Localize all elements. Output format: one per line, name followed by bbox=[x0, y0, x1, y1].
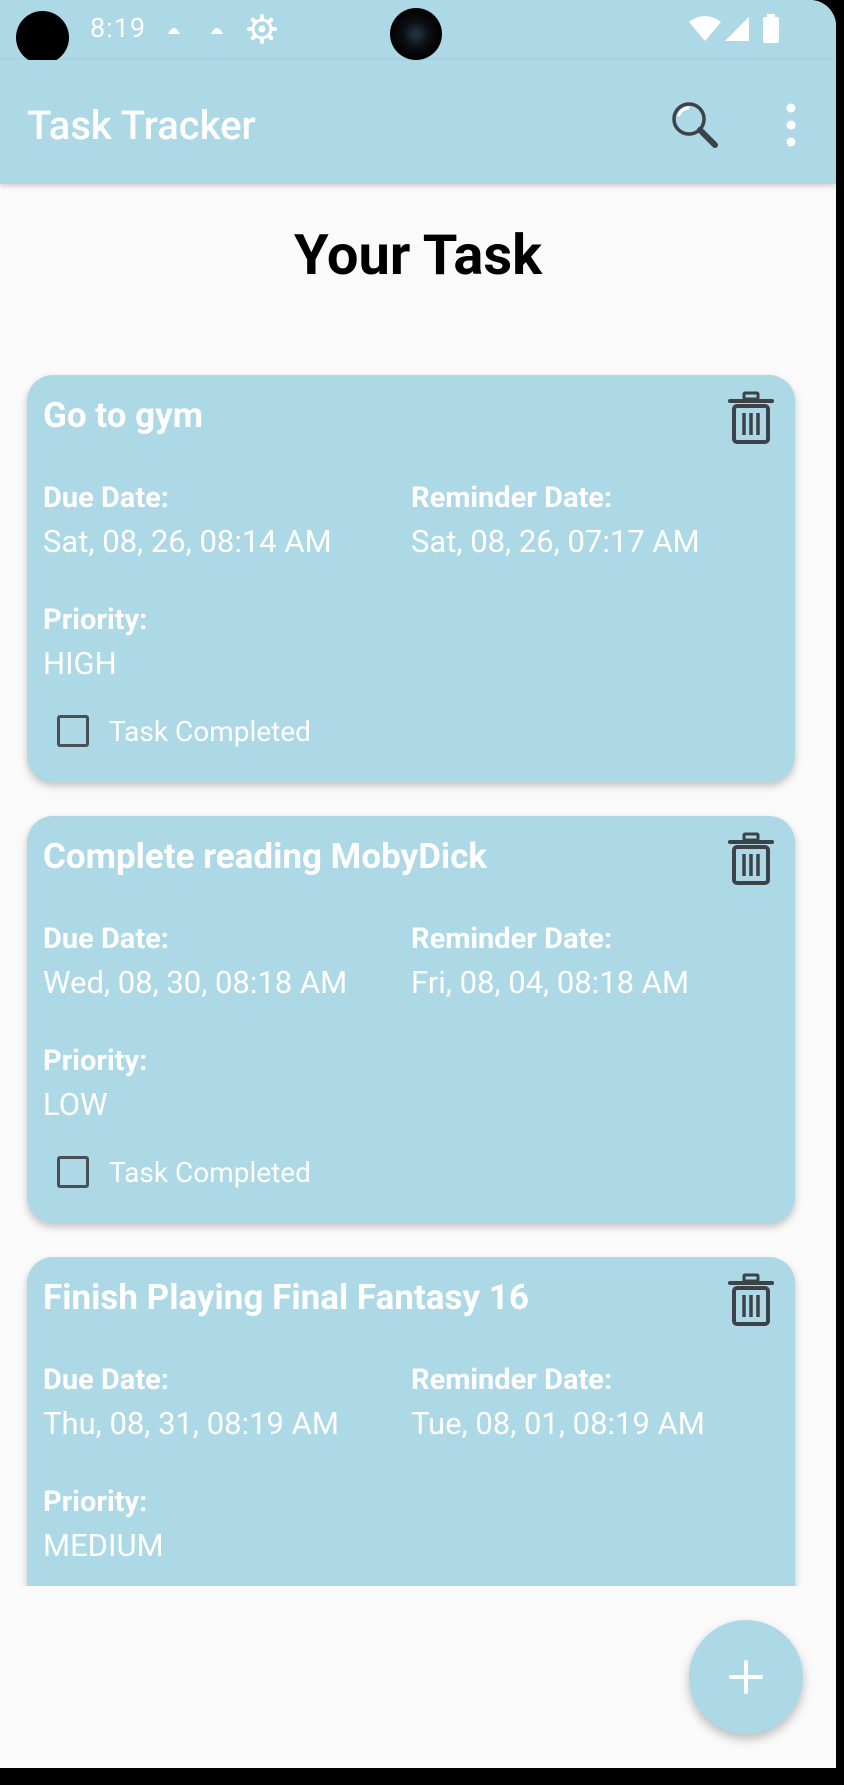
delete-trash-icon[interactable] bbox=[727, 832, 775, 886]
due-date-label: Due Date: bbox=[43, 1363, 169, 1397]
status-bar: 8:19 bbox=[0, 0, 836, 64]
settings-gear-icon bbox=[247, 14, 277, 44]
priority-value: HIGH bbox=[43, 645, 117, 682]
priority-label: Priority: bbox=[43, 603, 148, 637]
priority-value: MEDIUM bbox=[43, 1527, 164, 1564]
reminder-date-label: Reminder Date: bbox=[411, 922, 613, 956]
page-title: Your Task bbox=[293, 222, 543, 288]
task-title: Complete reading MobyDick bbox=[43, 836, 488, 877]
app-title: Task Tracker bbox=[27, 102, 256, 149]
wifi-icon bbox=[689, 16, 721, 41]
more-vert-icon[interactable] bbox=[776, 100, 806, 150]
task-completed-label: Task Completed bbox=[109, 1156, 311, 1189]
search-icon[interactable] bbox=[668, 98, 720, 150]
task-title: Go to gym bbox=[43, 395, 204, 436]
signal-icon bbox=[725, 17, 749, 41]
app-bar: Task Tracker bbox=[0, 60, 836, 184]
reminder-date-value: Sat, 08, 26, 07:17 AM bbox=[411, 523, 700, 560]
status-avatar-dot bbox=[16, 11, 69, 64]
add-task-fab[interactable] bbox=[689, 1620, 803, 1734]
due-date-label: Due Date: bbox=[43, 481, 169, 515]
due-date-value: Wed, 08, 30, 08:18 AM bbox=[43, 964, 348, 1001]
due-date-label: Due Date: bbox=[43, 922, 169, 956]
task-title: Finish Playing Final Fantasy 16 bbox=[43, 1277, 529, 1318]
due-date-value: Sat, 08, 26, 08:14 AM bbox=[43, 523, 332, 560]
due-date-value: Thu, 08, 31, 08:19 AM bbox=[43, 1405, 339, 1442]
reminder-date-value: Tue, 08, 01, 08:19 AM bbox=[411, 1405, 705, 1442]
front-camera bbox=[390, 8, 442, 60]
task-completed-label: Task Completed bbox=[109, 715, 311, 748]
notification-dot-icon bbox=[211, 28, 223, 34]
task-card[interactable]: Finish Playing Final Fantasy 16 Due Date… bbox=[27, 1257, 795, 1586]
task-card[interactable]: Go to gym Due Date: Sat, 08, 26, 08:14 A… bbox=[27, 375, 795, 782]
task-completed-checkbox[interactable] bbox=[57, 1156, 89, 1188]
delete-trash-icon[interactable] bbox=[727, 1273, 775, 1327]
battery-icon bbox=[763, 14, 779, 43]
notification-dot-icon bbox=[168, 28, 180, 34]
priority-label: Priority: bbox=[43, 1485, 148, 1519]
priority-value: LOW bbox=[43, 1086, 108, 1123]
task-card[interactable]: Complete reading MobyDick Due Date: Wed,… bbox=[27, 816, 795, 1223]
reminder-date-label: Reminder Date: bbox=[411, 481, 613, 515]
reminder-date-value: Fri, 08, 04, 08:18 AM bbox=[411, 964, 690, 1001]
task-completed-checkbox[interactable] bbox=[57, 715, 89, 747]
task-list[interactable]: Go to gym Due Date: Sat, 08, 26, 08:14 A… bbox=[0, 360, 836, 1586]
add-icon bbox=[729, 1660, 763, 1694]
reminder-date-label: Reminder Date: bbox=[411, 1363, 613, 1397]
app-screen: 8:19 Task Tracker Your Task Go to gym Du… bbox=[0, 0, 836, 1768]
status-time: 8:19 bbox=[90, 12, 147, 44]
priority-label: Priority: bbox=[43, 1044, 148, 1078]
delete-trash-icon[interactable] bbox=[727, 391, 775, 445]
